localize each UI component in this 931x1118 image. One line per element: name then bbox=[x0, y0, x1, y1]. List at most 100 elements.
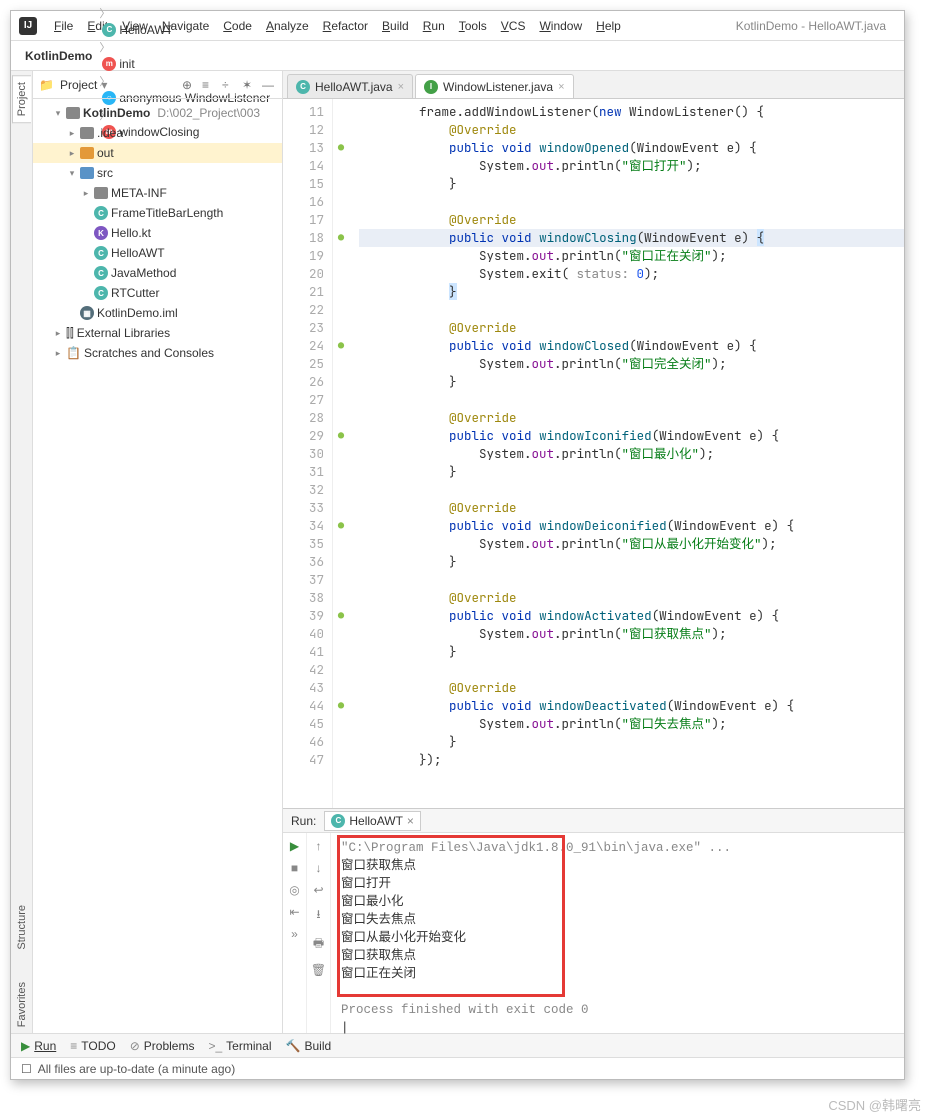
status-bar: ☐ All files are up-to-date (a minute ago… bbox=[11, 1057, 904, 1079]
console-output[interactable]: "C:\Program Files\Java\jdk1.8.0_91\bin\j… bbox=[331, 833, 904, 1033]
breadcrumb-item[interactable]: src bbox=[98, 0, 274, 5]
iml-icon: ▦ bbox=[80, 306, 94, 320]
close-icon[interactable]: × bbox=[558, 81, 564, 93]
run-config-tab[interactable]: C HelloAWT × bbox=[324, 811, 421, 831]
stop-icon[interactable]: ■ bbox=[291, 861, 298, 875]
library-icon: ⫿⫿ bbox=[66, 326, 74, 341]
breadcrumb: KotlinDemo 〉src〉CHelloAWT〉minit〉○anonymo… bbox=[11, 41, 904, 71]
menu-window[interactable]: Window bbox=[532, 15, 589, 37]
folder-icon bbox=[80, 127, 94, 139]
bottom-tab-problems[interactable]: ⊘Problems bbox=[130, 1039, 195, 1053]
project-tree[interactable]: ▾KotlinDemoD:\002_Project\003▸.idea▸out▾… bbox=[33, 99, 282, 1033]
bottom-tab-build[interactable]: 🔨Build bbox=[286, 1039, 332, 1053]
class-icon: C bbox=[331, 814, 345, 828]
run-label: Run: bbox=[291, 814, 316, 828]
tree-row[interactable]: ▸out bbox=[33, 143, 282, 163]
console-line: 窗口最小化 bbox=[341, 893, 894, 911]
editor-tab[interactable]: CHelloAWT.java× bbox=[287, 74, 413, 98]
class-icon: C bbox=[94, 206, 108, 220]
code-text[interactable]: frame.addWindowListener(new WindowListen… bbox=[349, 99, 904, 808]
window-title: KotlinDemo - HelloAWT.java bbox=[736, 19, 896, 33]
collapse-icon[interactable]: ÷ bbox=[222, 78, 236, 92]
left-tool-strip: Project Structure Favorites bbox=[11, 71, 33, 1033]
app-icon: IJ bbox=[19, 17, 37, 35]
console-line bbox=[341, 983, 894, 1001]
menu-vcs[interactable]: VCS bbox=[494, 15, 533, 37]
run-header: Run: C HelloAWT × bbox=[283, 809, 904, 833]
sync-icon: ☐ bbox=[21, 1062, 32, 1076]
line-gutter: 1112131415161718192021222324252627282930… bbox=[283, 99, 333, 808]
menu-help[interactable]: Help bbox=[589, 15, 628, 37]
run-side-toolbar: ▶ ■ ◎ ⇤ » bbox=[283, 833, 307, 1033]
tree-row[interactable]: ▸META-INF bbox=[33, 183, 282, 203]
menu-run[interactable]: Run bbox=[416, 15, 452, 37]
gutter-marks bbox=[333, 99, 349, 808]
breadcrumb-item[interactable]: minit bbox=[98, 55, 274, 73]
folder-icon bbox=[80, 167, 94, 179]
down-icon[interactable]: ↓ bbox=[316, 861, 322, 875]
bottom-tab-todo[interactable]: ≡TODO bbox=[70, 1039, 115, 1053]
editor-tab[interactable]: IWindowListener.java× bbox=[415, 74, 574, 98]
side-tab-project[interactable]: Project bbox=[12, 75, 31, 123]
tree-row[interactable]: CHelloAWT bbox=[33, 243, 282, 263]
console-line: 窗口失去焦点 bbox=[341, 911, 894, 929]
menu-refactor[interactable]: Refactor bbox=[316, 15, 375, 37]
project-tool-window: 📁 Project ▾ ⊕ ≡ ÷ ✶ — ▾KotlinDemoD:\002_… bbox=[33, 71, 283, 1033]
editor-area: CHelloAWT.java×IWindowListener.java× 111… bbox=[283, 71, 904, 1033]
bottom-tab-terminal[interactable]: >_Terminal bbox=[208, 1039, 271, 1053]
locate-icon[interactable]: ⊕ bbox=[182, 78, 196, 92]
tree-row[interactable]: KHello.kt bbox=[33, 223, 282, 243]
tree-row[interactable]: ▸⫿⫿External Libraries bbox=[33, 323, 282, 343]
kotlin-icon: K bbox=[94, 226, 108, 240]
camera-icon[interactable]: ◎ bbox=[289, 883, 299, 897]
print-icon[interactable]: 🖶 bbox=[313, 934, 324, 955]
tree-row[interactable]: CJavaMethod bbox=[33, 263, 282, 283]
tree-row[interactable]: CRTCutter bbox=[33, 283, 282, 303]
tree-row[interactable]: ▦KotlinDemo.iml bbox=[33, 303, 282, 323]
console-line: 窗口获取焦点 bbox=[341, 857, 894, 875]
folder-icon bbox=[66, 107, 80, 119]
rerun-icon[interactable]: ▶ bbox=[290, 839, 299, 853]
bottom-tab-run[interactable]: ▶Run bbox=[21, 1039, 56, 1053]
settings-icon[interactable]: ✶ bbox=[242, 78, 256, 92]
watermark: CSDN @韩曙亮 bbox=[828, 1095, 921, 1114]
folder-icon bbox=[94, 187, 108, 199]
up-icon[interactable]: ↑ bbox=[316, 839, 322, 853]
ide-window: IJ FileEditViewNavigateCodeAnalyzeRefact… bbox=[10, 10, 905, 1080]
side-tab-structure[interactable]: Structure bbox=[13, 899, 31, 956]
breadcrumb-item[interactable]: CHelloAWT bbox=[98, 21, 274, 39]
close-icon[interactable]: × bbox=[398, 81, 404, 93]
scroll-icon[interactable]: ⭳ bbox=[316, 905, 320, 926]
menu-file[interactable]: File bbox=[47, 15, 80, 37]
project-panel-header: 📁 Project ▾ ⊕ ≡ ÷ ✶ — bbox=[33, 71, 282, 99]
console-line: 窗口正在关闭 bbox=[341, 965, 894, 983]
tree-row[interactable]: ▾KotlinDemoD:\002_Project\003 bbox=[33, 103, 282, 123]
trash-icon[interactable]: 🗑 bbox=[311, 963, 326, 977]
exit-icon[interactable]: ⇤ bbox=[289, 905, 299, 919]
tree-row[interactable]: CFrameTitleBarLength bbox=[33, 203, 282, 223]
tree-row[interactable]: ▸.idea bbox=[33, 123, 282, 143]
code-editor[interactable]: 1112131415161718192021222324252627282930… bbox=[283, 99, 904, 808]
tree-row[interactable]: ▸📋Scratches and Consoles bbox=[33, 343, 282, 363]
folder-icon bbox=[80, 147, 94, 159]
side-tab-favorites[interactable]: Favorites bbox=[13, 976, 31, 1033]
menu-tools[interactable]: Tools bbox=[452, 15, 494, 37]
more-icon[interactable]: » bbox=[291, 927, 298, 941]
breadcrumb-root[interactable]: KotlinDemo bbox=[21, 47, 96, 65]
project-view-selector[interactable]: Project ▾ bbox=[60, 78, 107, 92]
wrap-icon[interactable]: ↩ bbox=[313, 883, 323, 897]
console-line: 窗口打开 bbox=[341, 875, 894, 893]
scratch-icon: 📋 bbox=[66, 346, 81, 360]
class-icon: C bbox=[94, 286, 108, 300]
hide-icon[interactable]: — bbox=[262, 78, 276, 92]
console-line: Process finished with exit code 0 bbox=[341, 1001, 894, 1019]
class-icon: C bbox=[94, 246, 108, 260]
console-line: 窗口从最小化开始变化 bbox=[341, 929, 894, 947]
close-icon[interactable]: × bbox=[407, 814, 414, 828]
console-line: 窗口获取焦点 bbox=[341, 947, 894, 965]
tree-row[interactable]: ▾src bbox=[33, 163, 282, 183]
menu-build[interactable]: Build bbox=[375, 15, 416, 37]
status-text: All files are up-to-date (a minute ago) bbox=[38, 1062, 235, 1076]
run-tool-window: Run: C HelloAWT × ▶ ■ ◎ ⇤ » bbox=[283, 808, 904, 1033]
expand-icon[interactable]: ≡ bbox=[202, 78, 216, 92]
